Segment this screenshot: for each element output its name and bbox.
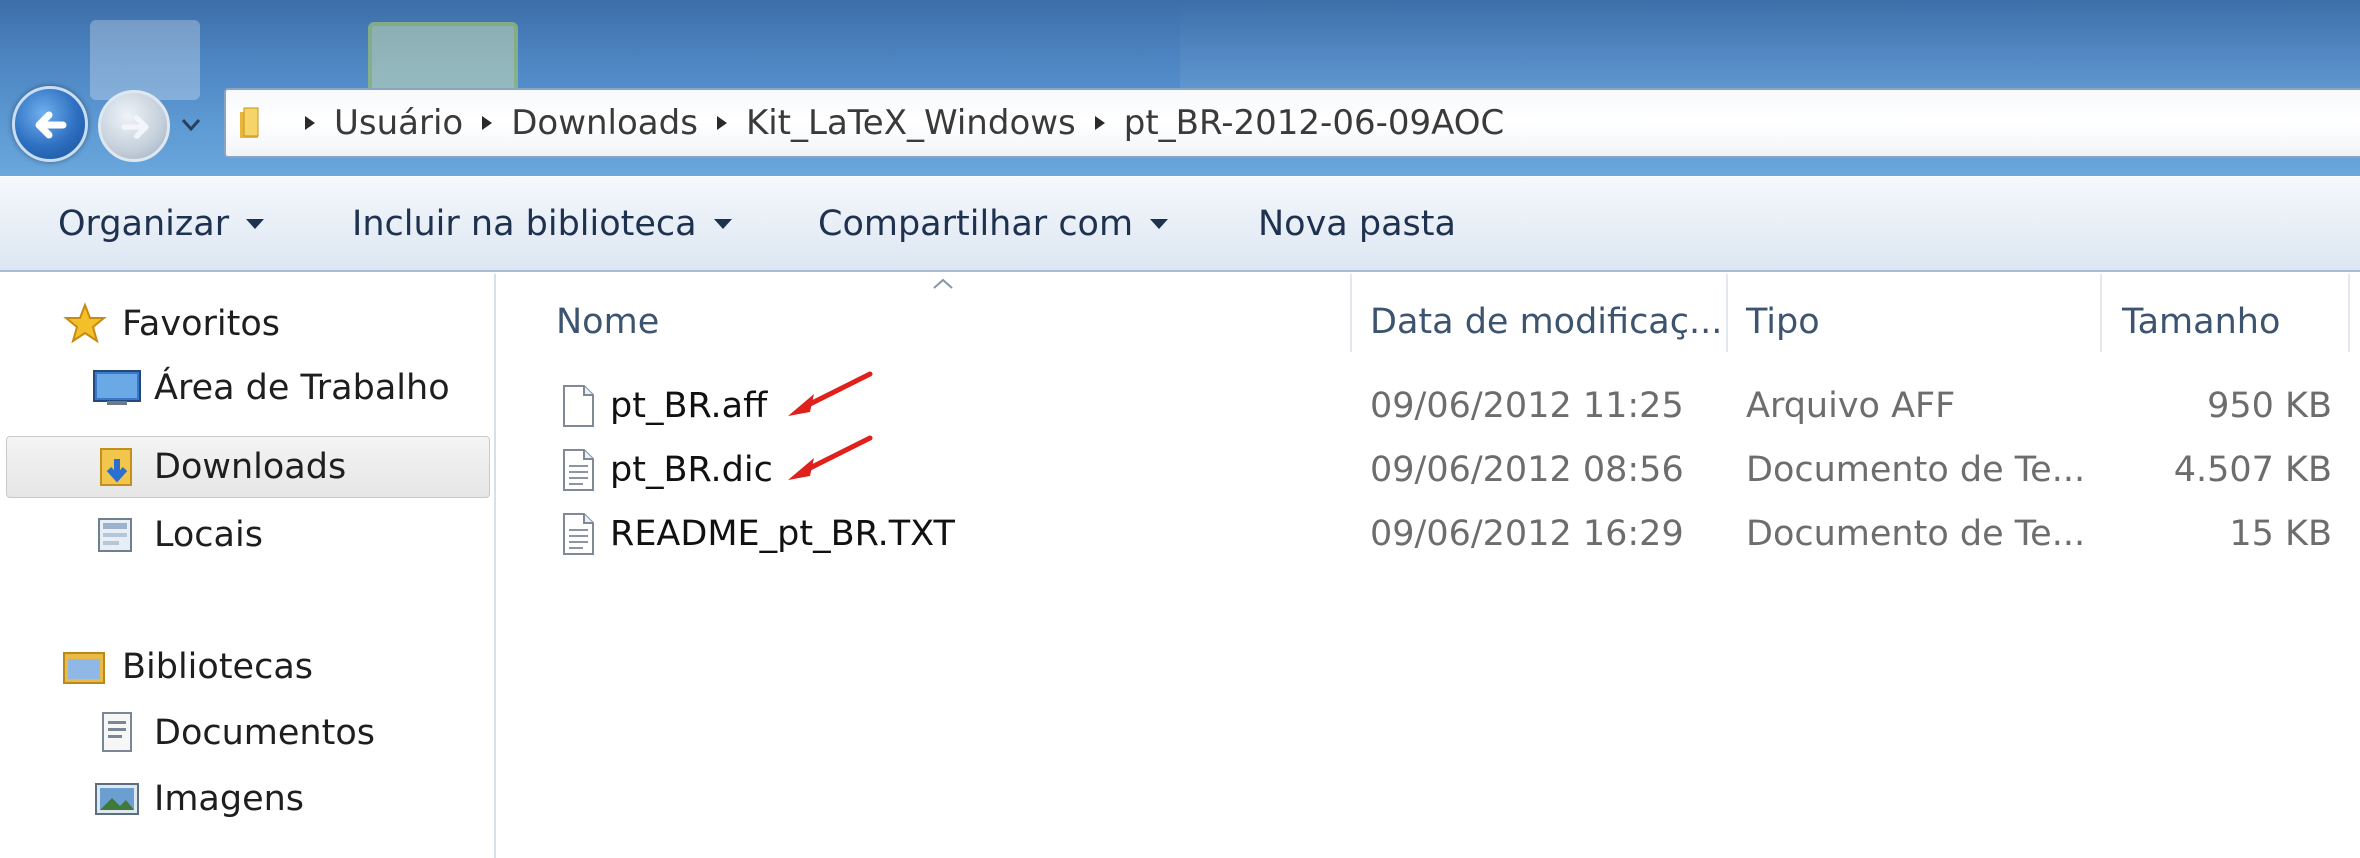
new-folder-label: Nova pasta bbox=[1258, 204, 1456, 244]
breadcrumb-separator-icon[interactable] bbox=[1086, 114, 1114, 132]
file-name-cell: README_pt_BR.TXT bbox=[562, 502, 955, 566]
column-header-name[interactable]: Nome bbox=[556, 292, 659, 352]
column-divider[interactable] bbox=[1726, 274, 1728, 352]
forward-arrow-icon bbox=[121, 115, 149, 139]
file-name: pt_BR.dic bbox=[610, 450, 773, 490]
table-row[interactable]: README_pt_BR.TXT 09/06/2012 16:29 Docume… bbox=[498, 502, 2360, 566]
nav-libraries-label: Bibliotecas bbox=[122, 647, 313, 687]
text-file-icon bbox=[563, 449, 594, 491]
libraries-icon bbox=[60, 647, 110, 687]
file-type: Arquivo AFF bbox=[1746, 386, 1956, 426]
share-with-button[interactable]: Compartilhar com bbox=[818, 177, 1169, 271]
downloads-folder-icon bbox=[92, 447, 142, 487]
nav-item-pictures-label: Imagens bbox=[154, 779, 305, 819]
red-annotation-arrow-icon bbox=[788, 435, 873, 480]
nav-item-recent-places-label: Locais bbox=[154, 515, 263, 555]
column-header-size[interactable]: Tamanho bbox=[2122, 292, 2280, 352]
red-annotation-arrow-icon bbox=[788, 371, 873, 416]
column-divider[interactable] bbox=[2348, 274, 2350, 352]
documents-icon bbox=[92, 712, 142, 753]
file-size: 15 KB bbox=[2229, 514, 2332, 554]
recent-pages-dropdown[interactable] bbox=[178, 112, 204, 138]
command-toolbar: Organizar Incluir na biblioteca Comparti… bbox=[0, 176, 2360, 272]
nav-item-pictures[interactable]: Imagens bbox=[92, 768, 304, 830]
window-title-area: Usuário Downloads Kit_LaTeX_Windows pt_B… bbox=[0, 0, 2360, 176]
nav-libraries[interactable]: Bibliotecas bbox=[60, 636, 313, 698]
blank-file-icon bbox=[563, 385, 594, 427]
breadcrumb-separator-icon[interactable] bbox=[296, 114, 324, 132]
file-list-pane: Nome Data de modificaç... Tipo Tamanho p… bbox=[498, 274, 2360, 858]
breadcrumb-downloads[interactable]: Downloads bbox=[511, 103, 698, 143]
recent-places-icon bbox=[92, 515, 142, 555]
back-button[interactable] bbox=[12, 86, 88, 162]
breadcrumb-usuario[interactable]: Usuário bbox=[334, 103, 463, 143]
nav-favorites[interactable]: Favoritos bbox=[60, 302, 280, 344]
dropdown-caret-icon bbox=[1150, 219, 1169, 229]
include-library-label: Incluir na biblioteca bbox=[352, 204, 697, 244]
column-header-modified-label: Data de modificaç... bbox=[1370, 302, 1723, 342]
star-icon bbox=[60, 302, 110, 344]
file-size: 4.507 KB bbox=[2173, 450, 2332, 490]
column-header-type[interactable]: Tipo bbox=[1746, 292, 1820, 352]
column-header-name-label: Nome bbox=[556, 302, 660, 342]
nav-item-downloads-label: Downloads bbox=[154, 447, 347, 487]
nav-item-recent-places[interactable]: Locais bbox=[92, 504, 263, 566]
file-name-cell: pt_BR.aff bbox=[562, 374, 767, 438]
share-label: Compartilhar com bbox=[818, 204, 1134, 244]
back-arrow-icon bbox=[35, 111, 67, 139]
nav-favorites-label: Favoritos bbox=[122, 304, 280, 344]
breadcrumb-kit-latex[interactable]: Kit_LaTeX_Windows bbox=[746, 103, 1076, 143]
sort-ascending-icon bbox=[933, 278, 953, 289]
organize-label: Organizar bbox=[58, 204, 230, 244]
include-in-library-button[interactable]: Incluir na biblioteca bbox=[352, 177, 733, 271]
file-type: Documento de Te... bbox=[1746, 450, 2086, 490]
background-glass-reflection bbox=[90, 20, 200, 100]
file-modified: 09/06/2012 16:29 bbox=[1370, 514, 1684, 554]
file-modified: 09/06/2012 08:56 bbox=[1370, 450, 1684, 490]
file-name: README_pt_BR.TXT bbox=[610, 514, 955, 554]
dropdown-caret-icon bbox=[713, 219, 732, 229]
nav-item-documents[interactable]: Documentos bbox=[92, 702, 375, 764]
text-file-icon bbox=[563, 513, 594, 555]
nav-item-downloads[interactable]: Downloads bbox=[92, 436, 346, 498]
column-divider[interactable] bbox=[2100, 274, 2102, 352]
pictures-icon bbox=[92, 779, 142, 819]
folder-icon bbox=[240, 107, 259, 138]
background-gradient bbox=[1180, 0, 2360, 100]
organize-button[interactable]: Organizar bbox=[58, 177, 265, 271]
file-size: 950 KB bbox=[2207, 386, 2332, 426]
navigation-pane: Favoritos Área de Trabalho Downloads Loc… bbox=[0, 274, 496, 858]
table-row[interactable]: pt_BR.aff 09/06/2012 11:25 Arquivo AFF 9… bbox=[498, 371, 2360, 438]
breadcrumb-current-folder[interactable]: pt_BR-2012-06-09AOC bbox=[1124, 103, 1505, 143]
breadcrumb-separator-icon[interactable] bbox=[473, 114, 501, 132]
desktop-icon bbox=[92, 368, 142, 408]
column-header-size-label: Tamanho bbox=[2122, 302, 2281, 342]
file-type: Documento de Te... bbox=[1746, 514, 2086, 554]
file-name-cell: pt_BR.dic bbox=[562, 438, 773, 502]
nav-item-desktop-label: Área de Trabalho bbox=[154, 368, 450, 408]
column-divider[interactable] bbox=[1350, 274, 1352, 352]
dropdown-caret-icon bbox=[246, 219, 265, 229]
nav-item-desktop[interactable]: Área de Trabalho bbox=[92, 368, 450, 408]
forward-button[interactable] bbox=[98, 90, 170, 162]
new-folder-button[interactable]: Nova pasta bbox=[1258, 177, 1456, 271]
address-bar[interactable]: Usuário Downloads Kit_LaTeX_Windows pt_B… bbox=[224, 88, 2360, 158]
nav-item-documents-label: Documentos bbox=[154, 713, 375, 753]
breadcrumb-separator-icon[interactable] bbox=[708, 114, 736, 132]
file-name: pt_BR.aff bbox=[610, 386, 768, 426]
table-row[interactable]: pt_BR.dic 09/06/2012 08:56 Documento de … bbox=[498, 435, 2360, 502]
file-modified: 09/06/2012 11:25 bbox=[1370, 386, 1684, 426]
chevron-down-icon bbox=[181, 119, 201, 132]
column-header-type-label: Tipo bbox=[1746, 302, 1820, 342]
column-header-modified[interactable]: Data de modificaç... bbox=[1370, 292, 1722, 352]
